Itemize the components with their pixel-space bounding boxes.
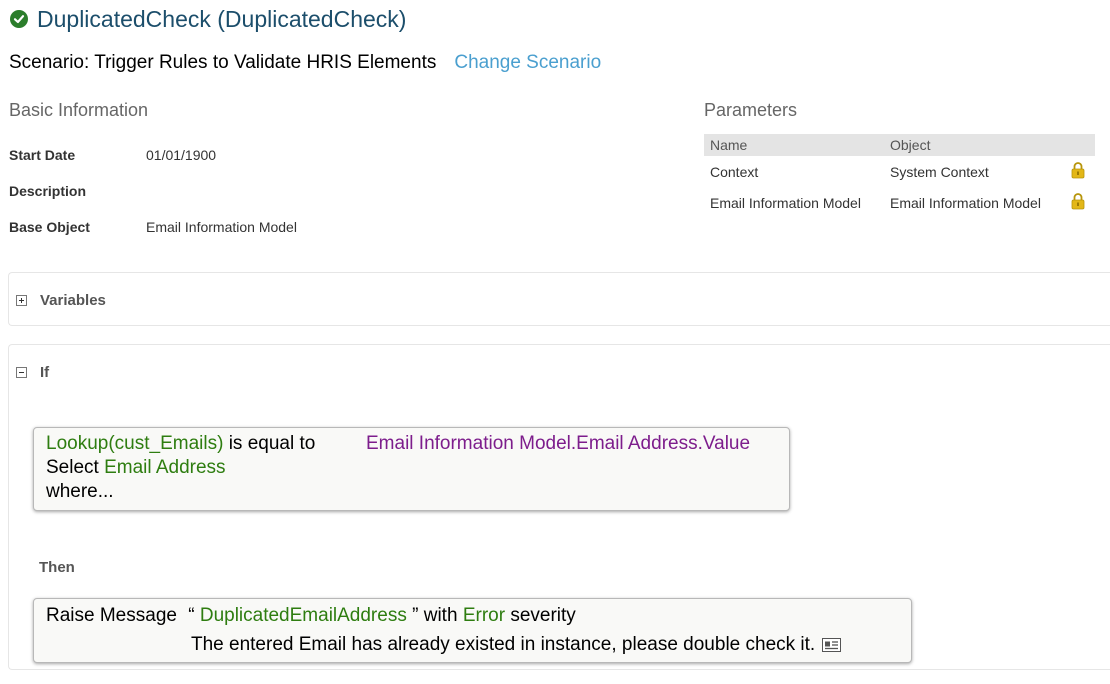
variables-panel: Variables (8, 272, 1110, 326)
where-clause[interactable]: where... (46, 481, 114, 503)
expand-icon (16, 295, 27, 306)
condition-line-1: Lookup(cust_Emails) is equal to (46, 433, 315, 455)
condition-line-2: Select Email Address (46, 457, 226, 479)
base-object-label: Base Object (9, 219, 90, 235)
base-object-value: Email Information Model (146, 219, 297, 235)
collapse-icon (16, 367, 27, 378)
action-line-2: The entered Email has already existed in… (191, 634, 842, 656)
variables-toggle[interactable]: Variables (16, 292, 106, 309)
message-details-icon[interactable] (822, 638, 842, 652)
severity-keyword: severity (510, 605, 576, 626)
select-keyword: Select (46, 457, 99, 478)
condition-right-value[interactable]: Email Information Model.Email Address.Va… (366, 433, 750, 455)
parameter-name: Context (710, 163, 759, 180)
parameters-heading: Parameters (704, 100, 798, 120)
variables-label: Variables (40, 292, 106, 309)
severity-value[interactable]: Error (463, 605, 505, 626)
then-action-box[interactable]: Raise Message “ DuplicatedEmailAddress ”… (33, 598, 912, 663)
start-date-value: 01/01/1900 (146, 147, 217, 163)
basic-information-heading: Basic Information (9, 100, 149, 120)
open-quote: “ (188, 605, 195, 626)
parameter-object: Email Information Model (890, 194, 1041, 211)
scenario-text: Scenario: Trigger Rules to Validate HRIS… (9, 52, 437, 73)
column-header-lock (1061, 134, 1095, 156)
if-condition-box[interactable]: Lookup(cust_Emails) is equal to Email In… (33, 427, 790, 511)
action-line-1: Raise Message “ DuplicatedEmailAddress ”… (46, 605, 576, 627)
description-label: Description (9, 183, 87, 199)
if-toggle[interactable]: If (16, 364, 49, 381)
page-header: DuplicatedCheck (DuplicatedCheck) (10, 4, 406, 34)
parameters-table: Name Object Context System Context Email… (704, 134, 1095, 218)
if-label: If (40, 364, 50, 381)
close-quote-with: ” with (412, 605, 458, 626)
lock-icon (1061, 187, 1095, 218)
lock-icon (1061, 156, 1095, 187)
scenario-row: Scenario: Trigger Rules to Validate HRIS… (9, 52, 601, 74)
change-scenario-link[interactable]: Change Scenario (454, 52, 601, 74)
page-title: DuplicatedCheck (DuplicatedCheck) (37, 5, 407, 32)
check-circle-icon (10, 10, 28, 28)
comparison-operator[interactable]: is equal to (229, 433, 316, 454)
message-text: The entered Email has already existed in… (191, 634, 816, 655)
parameters-header-row: Name Object (704, 134, 1095, 156)
parameter-object: System Context (890, 163, 989, 180)
raise-message-keyword: Raise Message (46, 605, 177, 626)
table-row: Context System Context (704, 156, 1095, 187)
table-row: Email Information Model Email Informatio… (704, 187, 1095, 218)
column-header-name: Name (704, 134, 884, 156)
then-label: Then (39, 559, 75, 576)
start-date-label: Start Date (9, 147, 76, 163)
parameter-name: Email Information Model (710, 194, 861, 211)
select-field[interactable]: Email Address (104, 457, 225, 478)
lookup-function[interactable]: Lookup(cust_Emails) (46, 433, 223, 454)
message-key[interactable]: DuplicatedEmailAddress (200, 605, 407, 626)
column-header-object: Object (884, 134, 1061, 156)
